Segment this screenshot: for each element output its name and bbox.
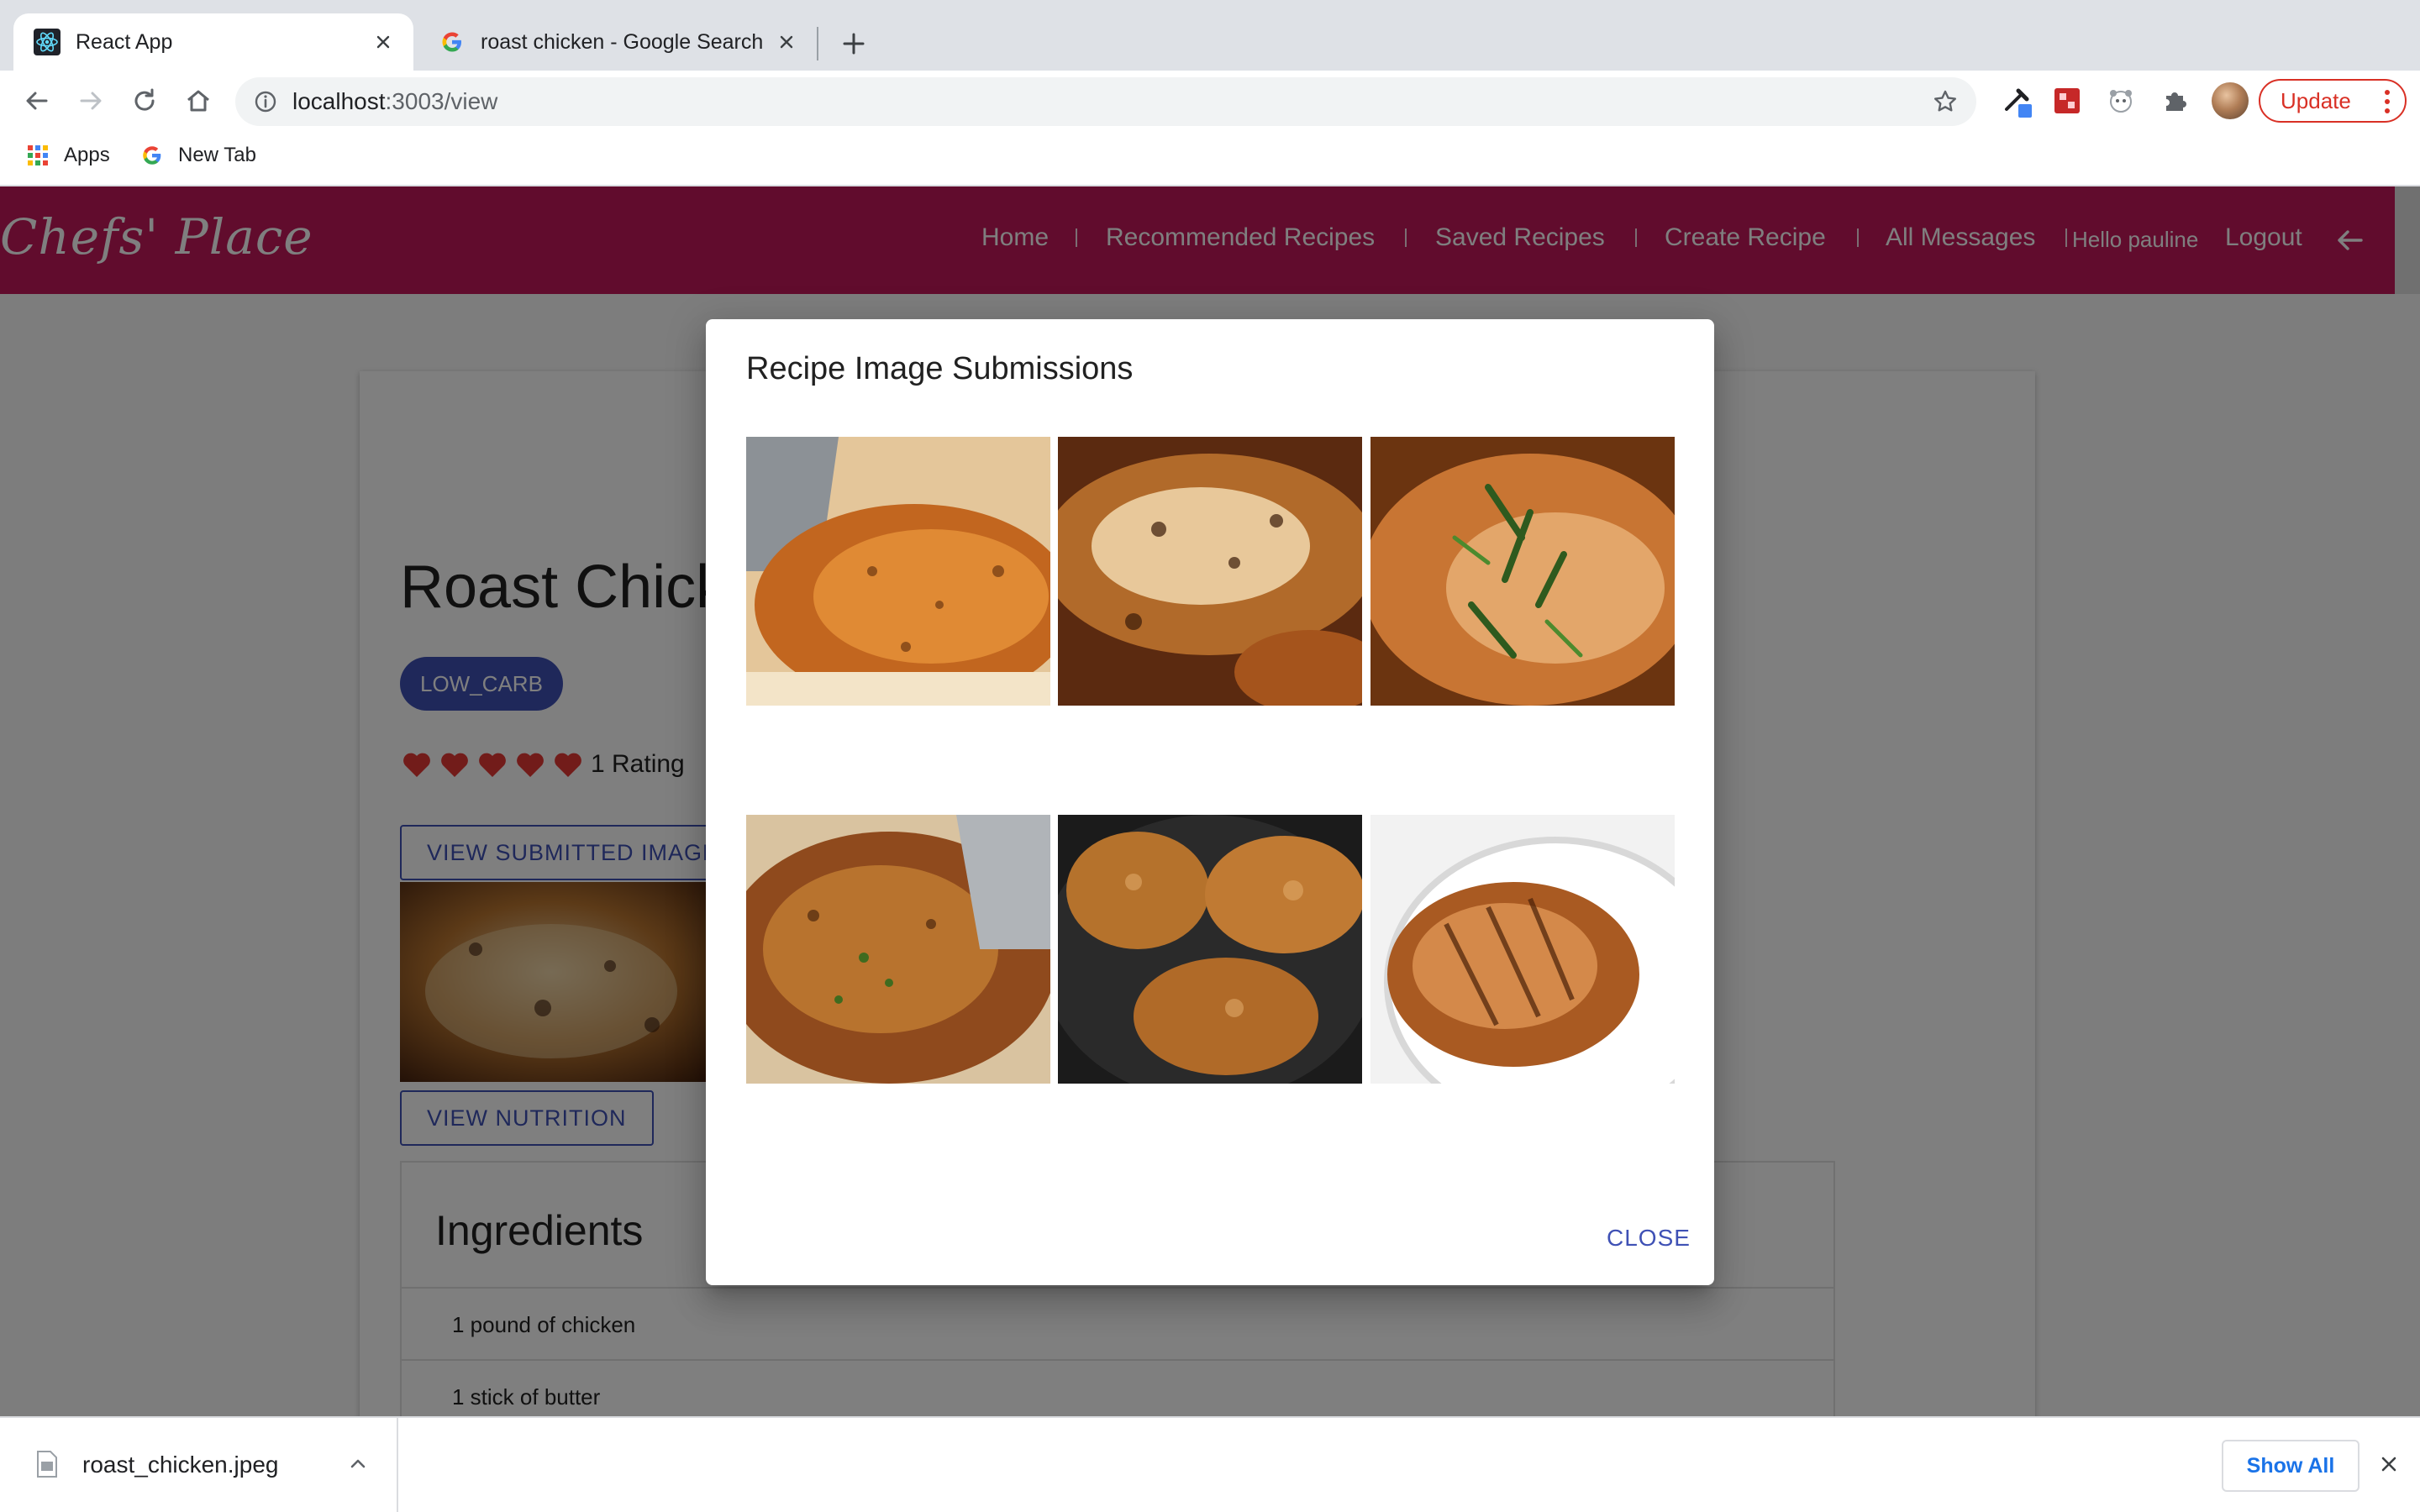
download-filename: roast_chicken.jpeg <box>82 1452 279 1478</box>
bookmark-new-tab[interactable]: New Tab <box>139 143 256 168</box>
web-page: Chefs' Place Home Recommended Recipes Sa… <box>0 186 2420 1416</box>
color-picker-extension-icon[interactable] <box>2000 84 2033 118</box>
google-g-icon <box>442 32 461 52</box>
close-tab-icon[interactable] <box>775 30 798 54</box>
submission-image[interactable] <box>1370 437 1675 706</box>
url-path: :3003/view <box>385 88 498 114</box>
bookmarks-bar: Apps New Tab <box>0 131 2420 186</box>
reload-icon[interactable] <box>128 84 161 118</box>
image-submissions-dialog: Recipe Image Submissions CLOSE <box>706 319 1714 1285</box>
apps-grid-icon <box>28 145 48 165</box>
google-g-icon <box>143 146 161 165</box>
extensions-puzzle-icon[interactable] <box>2158 84 2191 118</box>
bookmark-label: New Tab <box>178 144 256 166</box>
url-text[interactable]: localhost:3003/view <box>292 88 497 115</box>
downloads-bar: roast_chicken.jpeg Show All <box>0 1416 2420 1512</box>
tab-react-app[interactable]: React App <box>13 13 413 71</box>
submission-image[interactable] <box>1058 815 1362 1084</box>
forward-arrow-icon[interactable] <box>74 84 108 118</box>
react-logo-icon <box>34 29 60 55</box>
bookmark-star-icon[interactable] <box>1931 87 1960 116</box>
submission-image[interactable] <box>746 815 1050 1084</box>
show-all-button[interactable]: Show All <box>2222 1440 2360 1492</box>
file-image-icon <box>37 1451 57 1478</box>
tab-title: React App <box>76 29 173 54</box>
address-bar[interactable]: localhost:3003/view <box>235 77 1976 126</box>
update-label: Update <box>2281 87 2351 113</box>
red-puzzle-extension-icon[interactable] <box>2050 84 2084 118</box>
download-item[interactable]: roast_chicken.jpeg <box>0 1418 398 1512</box>
bookmark-apps[interactable]: Apps <box>25 143 110 168</box>
url-host: localhost <box>292 88 386 114</box>
tab-separator <box>817 27 818 60</box>
chevron-up-icon[interactable] <box>345 1450 371 1477</box>
tab-google-search[interactable]: roast chicken - Google Search <box>422 13 817 71</box>
close-button[interactable]: CLOSE <box>1607 1225 1691 1252</box>
profile-avatar[interactable] <box>2212 82 2249 119</box>
back-arrow-icon[interactable] <box>20 84 54 118</box>
dialog-title: Recipe Image Submissions <box>746 351 1134 386</box>
submission-image[interactable] <box>746 437 1050 706</box>
panda-extension-icon[interactable] <box>2104 84 2138 118</box>
submission-image[interactable] <box>1058 437 1362 706</box>
tab-strip: React App roast chicken - Google Search <box>0 0 2420 71</box>
close-tab-icon[interactable] <box>371 30 395 54</box>
new-tab-plus-icon[interactable] <box>837 27 871 60</box>
browser-toolbar: localhost:3003/view Update <box>0 71 2420 131</box>
tab-title: roast chicken - Google Search <box>481 29 764 54</box>
more-vert-icon <box>2385 90 2390 113</box>
home-icon[interactable] <box>182 84 215 118</box>
bookmark-label: Apps <box>64 144 110 166</box>
close-icon[interactable] <box>2375 1450 2403 1478</box>
submission-image[interactable] <box>1370 815 1675 1084</box>
info-icon[interactable] <box>252 88 279 115</box>
update-button[interactable]: Update <box>2259 79 2407 123</box>
